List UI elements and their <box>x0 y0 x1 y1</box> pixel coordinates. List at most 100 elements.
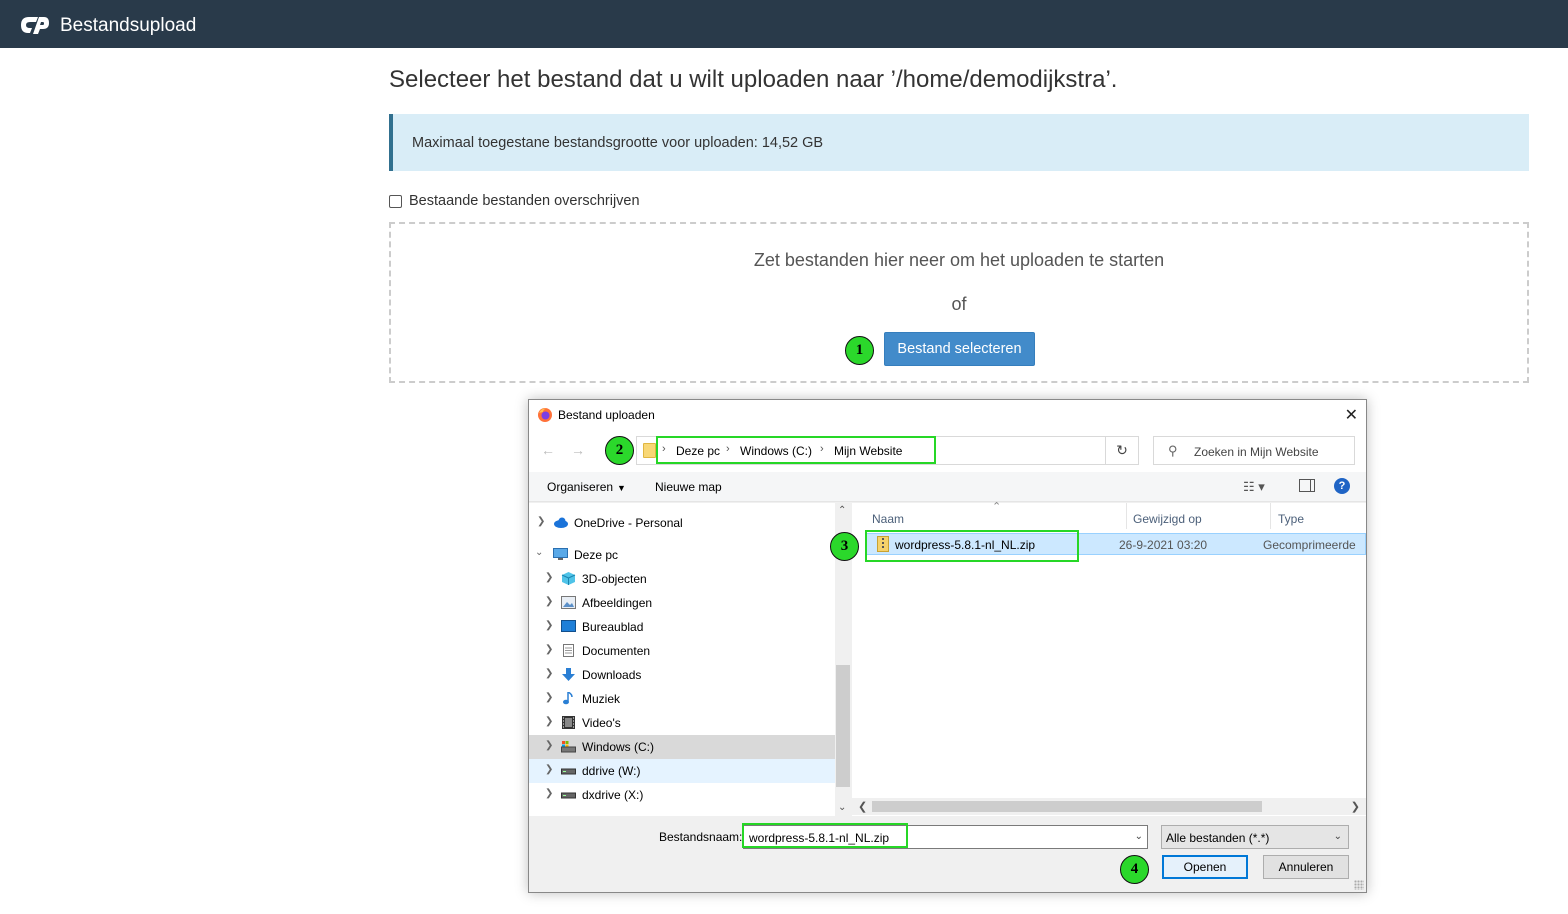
filter-value: Alle bestanden (*.*) <box>1166 831 1270 845</box>
tree-label: Downloads <box>582 668 642 682</box>
app-title: Bestandsupload <box>60 15 197 36</box>
file-list-hscrollbar[interactable]: ❮ ❯ <box>852 798 1366 815</box>
tree-item-downloads[interactable]: ❯ Downloads <box>529 663 835 687</box>
chevron-right-icon[interactable]: ❯ <box>545 692 553 703</box>
dialog-title: Bestand uploaden <box>558 408 655 422</box>
chevron-right-icon[interactable]: ❯ <box>545 668 553 679</box>
overwrite-option[interactable]: Bestaande bestanden overschrijven <box>389 193 640 209</box>
select-file-button[interactable]: Bestand selecteren <box>884 332 1035 366</box>
highlight-file-row <box>865 530 1079 562</box>
scrollbar-thumb[interactable] <box>872 801 1262 812</box>
chevron-right-icon[interactable]: ❯ <box>545 620 553 631</box>
tree-item-pictures[interactable]: ❯ Afbeeldingen <box>529 591 835 615</box>
folder-icon <box>643 443 656 458</box>
dropzone-text: Zet bestanden hier neer om het uploaden … <box>753 250 1165 270</box>
organize-menu[interactable]: Organiseren ▼ <box>547 480 626 494</box>
step-marker-3: 3 <box>830 532 859 561</box>
overwrite-checkbox[interactable] <box>389 194 402 208</box>
tree-item-ddrive-w[interactable]: ❯ ddrive (W:) <box>529 759 835 783</box>
upload-dropzone[interactable]: Zet bestanden hier neer om het uploaden … <box>389 222 1529 383</box>
column-header-type[interactable]: Type <box>1278 512 1304 526</box>
file-type: Gecomprimeerde <box>1263 538 1356 552</box>
tree-label: Documenten <box>582 644 651 658</box>
video-icon <box>562 716 575 729</box>
column-divider[interactable] <box>1270 503 1271 529</box>
help-icon[interactable]: ? <box>1334 478 1350 494</box>
column-divider[interactable] <box>1126 503 1127 529</box>
column-header-modified[interactable]: Gewijzigd op <box>1133 512 1202 526</box>
resize-grip-icon[interactable] <box>1354 880 1364 890</box>
cancel-button[interactable]: Annuleren <box>1263 855 1349 879</box>
highlight-address-bar <box>656 436 936 464</box>
chevron-right-icon[interactable]: ❯ <box>545 788 553 799</box>
tree-label: Video's <box>582 716 621 730</box>
cpanel-logo-icon <box>21 17 49 34</box>
music-icon <box>563 692 573 705</box>
organize-label: Organiseren <box>547 480 614 494</box>
tree-label: ddrive (W:) <box>582 764 641 778</box>
chevron-right-icon[interactable]: ❯ <box>537 516 545 527</box>
tree-item-videos[interactable]: ❯ Video's <box>529 711 835 735</box>
scrollbar-thumb[interactable] <box>836 665 850 787</box>
column-header-name[interactable]: Naam <box>872 512 904 526</box>
cube-icon <box>561 572 576 585</box>
tree-label: 3D-objecten <box>582 572 647 586</box>
chevron-right-icon[interactable]: ❯ <box>545 740 553 751</box>
scroll-up-icon[interactable]: ⌃ <box>838 505 846 516</box>
tree-item-onedrive[interactable]: ❯ OneDrive - Personal <box>529 511 835 535</box>
firefox-icon <box>538 408 552 422</box>
chevron-right-icon[interactable]: ❯ <box>545 716 553 727</box>
step-marker-2: 2 <box>605 436 634 465</box>
tree-item-documents[interactable]: ❯ Documenten <box>529 639 835 663</box>
or-text: of <box>951 294 967 314</box>
open-button[interactable]: Openen <box>1162 855 1248 879</box>
tree-item-this-pc[interactable]: ⌄ Deze pc <box>529 543 835 567</box>
chevron-right-icon[interactable]: ❯ <box>545 596 553 607</box>
chevron-down-icon[interactable]: ⌄ <box>1334 831 1342 842</box>
document-icon <box>563 644 574 657</box>
back-arrow-icon[interactable]: ← <box>541 442 555 458</box>
close-icon[interactable]: ✕ <box>1345 405 1358 425</box>
chevron-right-icon[interactable]: ❯ <box>545 572 553 583</box>
file-type-filter[interactable]: Alle bestanden (*.*) ⌄ <box>1161 825 1349 849</box>
refresh-icon[interactable]: ↻ <box>1106 436 1139 465</box>
drive-icon <box>561 741 576 753</box>
navigation-tree: ❯ OneDrive - Personal ⌄ Deze pc ❯ 3D-obj… <box>529 503 835 816</box>
forward-arrow-icon[interactable]: → <box>571 442 585 458</box>
navigation-bar: ← → › Deze pc › Windows (C:) › Mijn Webs… <box>529 430 1366 472</box>
tree-item-3d-objects[interactable]: ❯ 3D-objecten <box>529 567 835 591</box>
scroll-left-icon[interactable]: ❮ <box>858 800 867 813</box>
download-icon <box>562 668 575 681</box>
top-bar: Bestandsupload <box>0 0 1568 48</box>
highlight-filename <box>742 823 908 848</box>
tree-label: OneDrive - Personal <box>574 516 683 530</box>
search-input[interactable]: ⚲ Zoeken in Mijn Website <box>1153 436 1355 465</box>
chevron-right-icon[interactable]: ❯ <box>545 644 553 655</box>
chevron-down-icon[interactable]: ⌄ <box>535 547 543 558</box>
view-options-icon[interactable]: ☷ ▾ <box>1243 479 1265 495</box>
search-icon: ⚲ <box>1168 443 1178 458</box>
overwrite-label[interactable]: Bestaande bestanden overschrijven <box>409 193 640 209</box>
tree-item-windows-c[interactable]: ❯ Windows (C:) <box>529 735 835 759</box>
file-modified: 26-9-2021 03:20 <box>1119 538 1208 552</box>
tree-label: dxdrive (X:) <box>582 788 644 802</box>
tree-label: Muziek <box>582 692 621 706</box>
scroll-down-icon[interactable]: ⌄ <box>838 802 846 813</box>
pictures-icon <box>561 596 576 609</box>
dialog-titlebar: Bestand uploaden ✕ <box>529 400 1366 430</box>
scroll-right-icon[interactable]: ❯ <box>1351 800 1360 813</box>
preview-pane-icon[interactable] <box>1299 479 1315 492</box>
caret-down-icon: ▼ <box>617 483 626 493</box>
new-folder-button[interactable]: Nieuwe map <box>655 480 722 494</box>
tree-item-desktop[interactable]: ❯ Bureaublad <box>529 615 835 639</box>
drive-icon <box>561 792 576 799</box>
tree-item-music[interactable]: ❯ Muziek <box>529 687 835 711</box>
dialog-toolbar: Organiseren ▼ Nieuwe map ☷ ▾ ? <box>529 472 1366 502</box>
chevron-right-icon[interactable]: ❯ <box>545 764 553 775</box>
desktop-icon <box>561 620 576 632</box>
file-upload-dialog: Bestand uploaden ✕ ← → › Deze pc › Windo… <box>528 399 1367 893</box>
tree-item-dxdrive-x[interactable]: ❯ dxdrive (X:) <box>529 783 835 807</box>
sort-ascending-icon: ⌃ <box>992 501 1002 513</box>
chevron-down-icon[interactable]: ⌄ <box>1135 831 1143 842</box>
tree-label: Afbeeldingen <box>582 596 653 610</box>
